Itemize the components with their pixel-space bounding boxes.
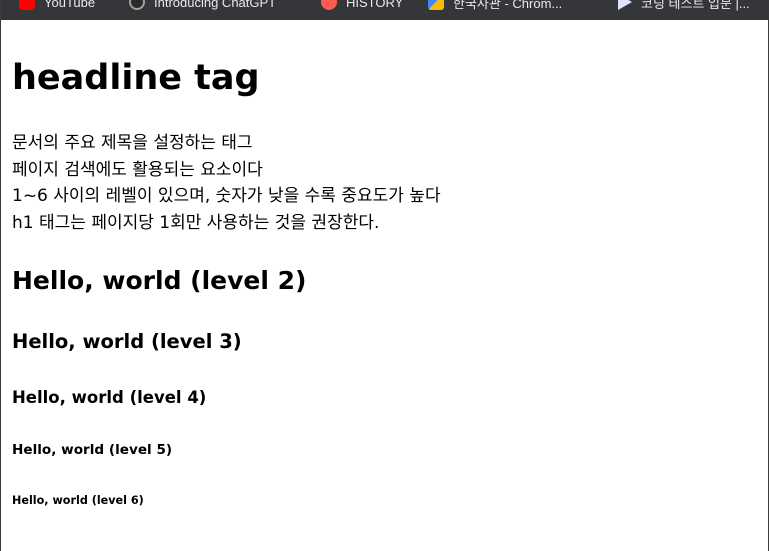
heading-level-5: Hello, world (level 5): [12, 442, 173, 458]
bookmark-label: 코딩 테스트 입문 |...: [641, 0, 750, 11]
description-line: 페이지 검색에도 활용되는 요소이다: [12, 159, 263, 180]
description-line: 문서의 주요 제목을 설정하는 태그: [12, 133, 253, 153]
bookmark-programmers[interactable]: 코딩 테스트 입문 |...: [618, 0, 750, 13]
bookmarks-bar: YouTube Introducing ChatGPT HISTORY 한국사관…: [1, 0, 769, 20]
programmers-icon: [618, 0, 632, 10]
history-icon: [321, 0, 337, 10]
description-line: 1~6 사이의 레벨이 있으며, 숫자가 낮을 수록 중요도가 높다: [12, 186, 441, 206]
description-paragraph: 문서의 주요 제목을 설정하는 태그 페이지 검색에도 활용되는 요소이다 1~…: [12, 130, 441, 236]
bookmark-youtube[interactable]: YouTube: [19, 0, 95, 13]
description-line: h1 태그는 페이지당 1회만 사용하는 것을 권장한다.: [12, 212, 380, 233]
heading-level-6: Hello, world (level 6): [12, 494, 144, 507]
youtube-icon: [19, 0, 35, 10]
bookmark-label: 한국사관 - Chrom...: [453, 0, 563, 11]
heading-level-1: headline tag: [12, 58, 260, 98]
heading-level-2: Hello, world (level 2): [12, 266, 307, 295]
bookmark-label: YouTube: [44, 0, 96, 10]
bookmark-label: HISTORY: [346, 0, 404, 10]
bookmark-chrome-app[interactable]: 한국사관 - Chrom...: [428, 0, 562, 13]
bookmark-history[interactable]: HISTORY: [321, 0, 403, 13]
bookmark-chatgpt[interactable]: Introducing ChatGPT: [129, 0, 276, 13]
bookmark-label: Introducing ChatGPT: [154, 0, 277, 10]
openai-icon: [129, 0, 145, 10]
chrome-app-icon: [428, 0, 444, 10]
heading-level-4: Hello, world (level 4): [12, 388, 207, 407]
heading-level-3: Hello, world (level 3): [12, 330, 242, 353]
